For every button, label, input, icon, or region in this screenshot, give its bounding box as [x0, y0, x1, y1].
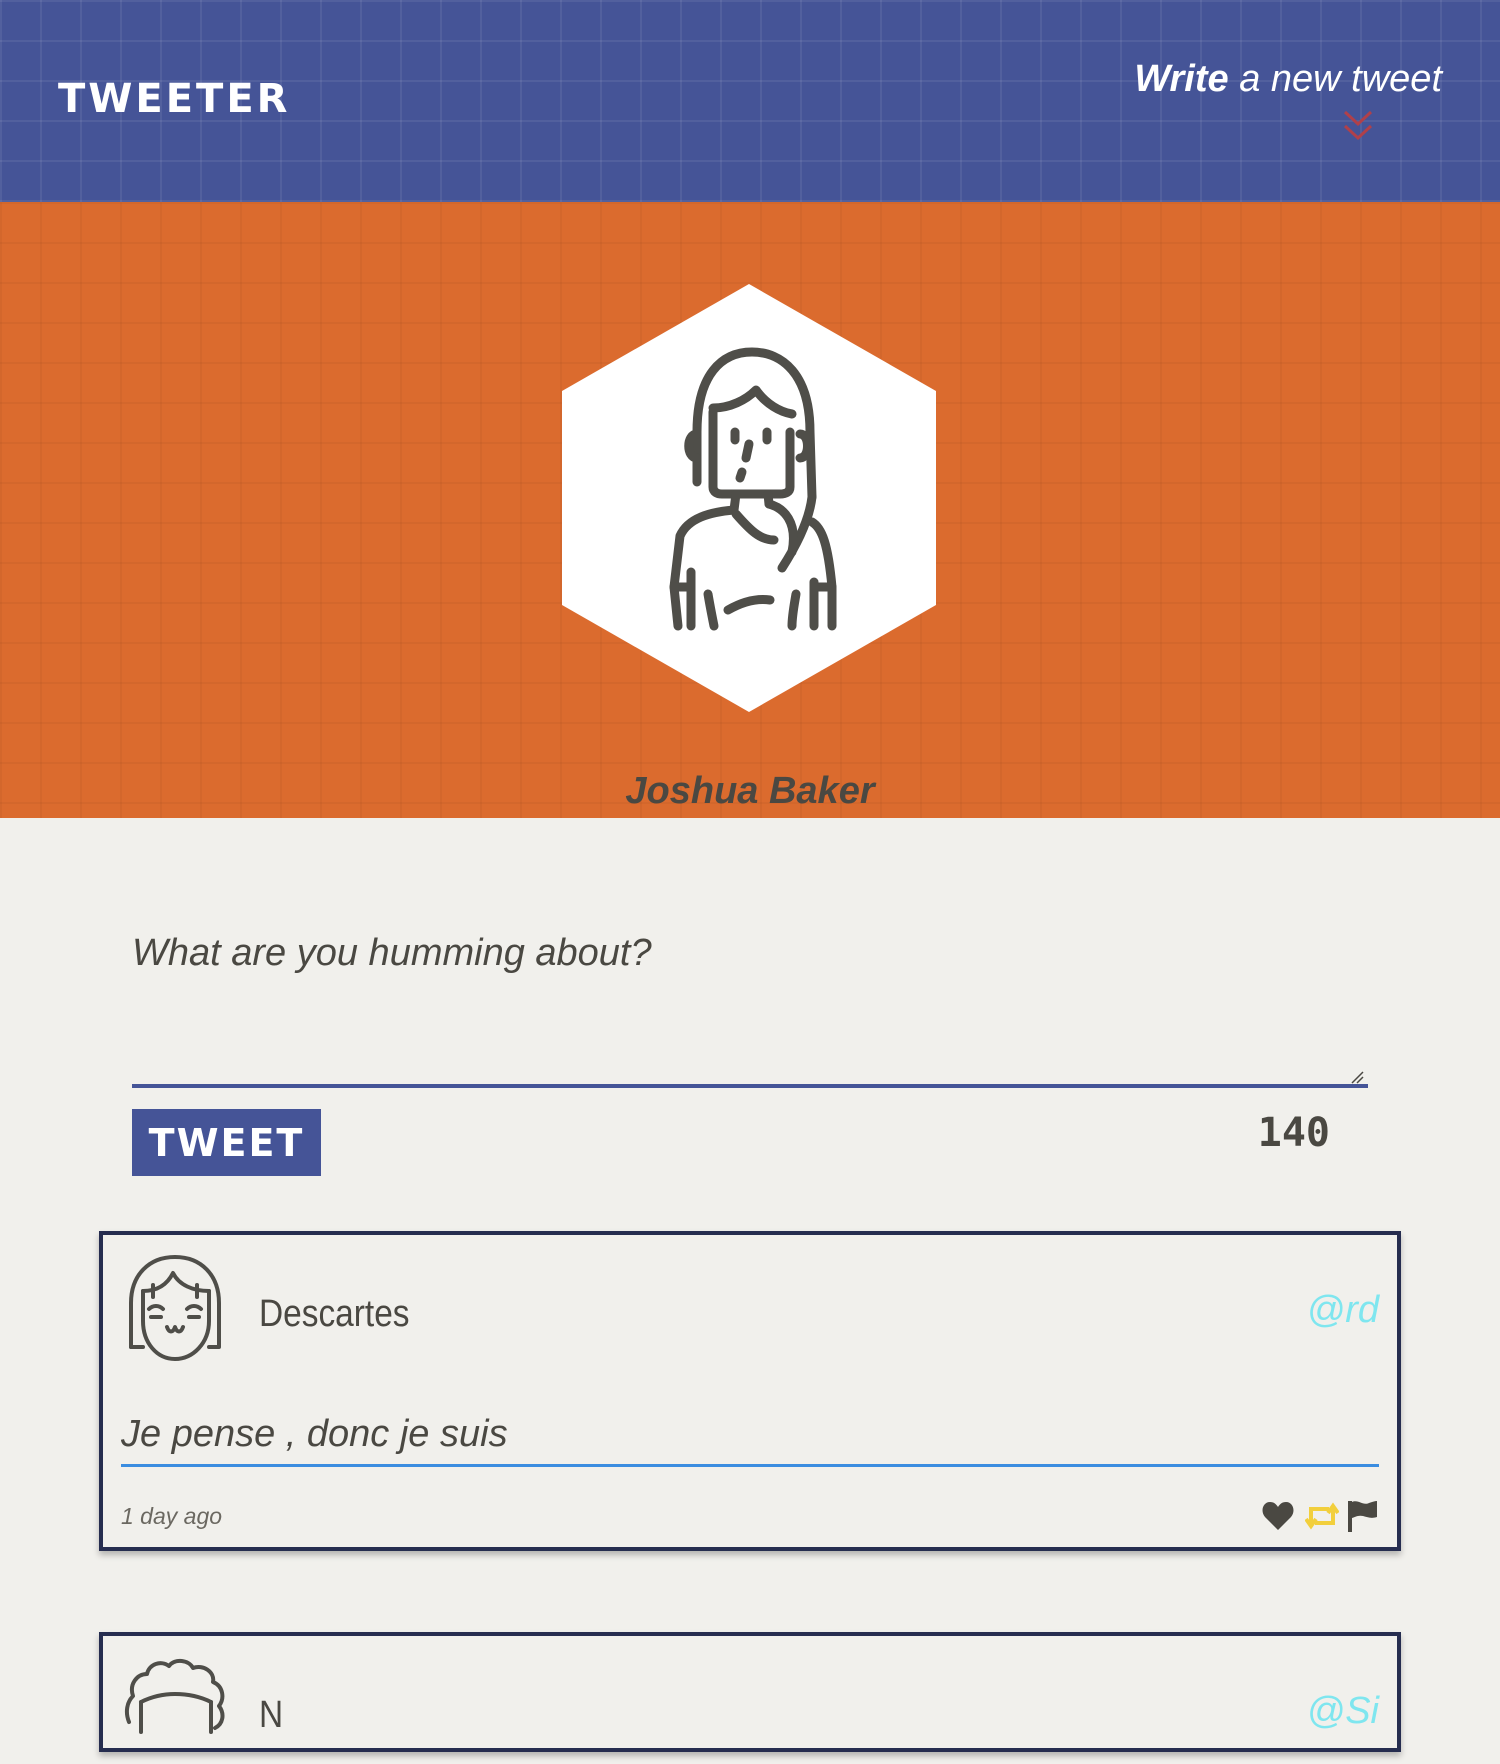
tweet-author-name[interactable]: N	[259, 1694, 283, 1737]
char-counter: 140	[1257, 1110, 1330, 1156]
tweet-actions	[1249, 1499, 1379, 1535]
double-chevron-down-icon[interactable]	[1342, 108, 1374, 144]
user-avatar-icon	[562, 284, 936, 712]
resize-handle-icon[interactable]	[1350, 1070, 1364, 1084]
tweet-author-handle[interactable]: @Si	[1307, 1690, 1379, 1733]
tweet-card: Descartes @rd Je pense , donc je suis 1 …	[99, 1231, 1401, 1551]
brand-logo[interactable]: TWEETER	[58, 76, 290, 122]
tweet-text: Je pense , donc je suis	[121, 1409, 1379, 1467]
top-nav: TWEETER Write a new tweet	[0, 0, 1500, 202]
write-new-tweet-label: Write a new tweet	[1122, 56, 1442, 102]
new-tweet-text: a new tweet	[1228, 58, 1442, 100]
tweet-footer: 1 day ago	[121, 1499, 1379, 1535]
profile-last-name: Baker	[758, 770, 875, 812]
tweet-submit-button[interactable]: TWEET	[132, 1109, 321, 1176]
tweet-author-name[interactable]: Descartes	[259, 1293, 410, 1336]
flag-icon[interactable]	[1345, 1499, 1379, 1533]
write-new-tweet-toggle[interactable]: Write a new tweet	[1122, 56, 1442, 146]
heart-icon[interactable]	[1261, 1499, 1295, 1533]
compose-form	[132, 912, 1368, 1092]
smiling-face-avatar-icon	[129, 1255, 221, 1361]
tweet-timestamp: 1 day ago	[121, 1503, 223, 1529]
profile-first-name: Joshua	[625, 770, 759, 812]
retweet-icon[interactable]	[1305, 1499, 1339, 1533]
tweet-author-handle[interactable]: @rd	[1307, 1289, 1379, 1332]
write-word: Write	[1134, 58, 1229, 100]
profile-name: Joshua Baker	[0, 770, 1500, 813]
profile-header: Joshua Baker	[0, 202, 1500, 818]
tweet-textarea[interactable]	[132, 912, 1368, 1088]
tweet-card: N @Si	[99, 1632, 1401, 1752]
curly-hair-avatar-icon	[124, 1659, 225, 1734]
